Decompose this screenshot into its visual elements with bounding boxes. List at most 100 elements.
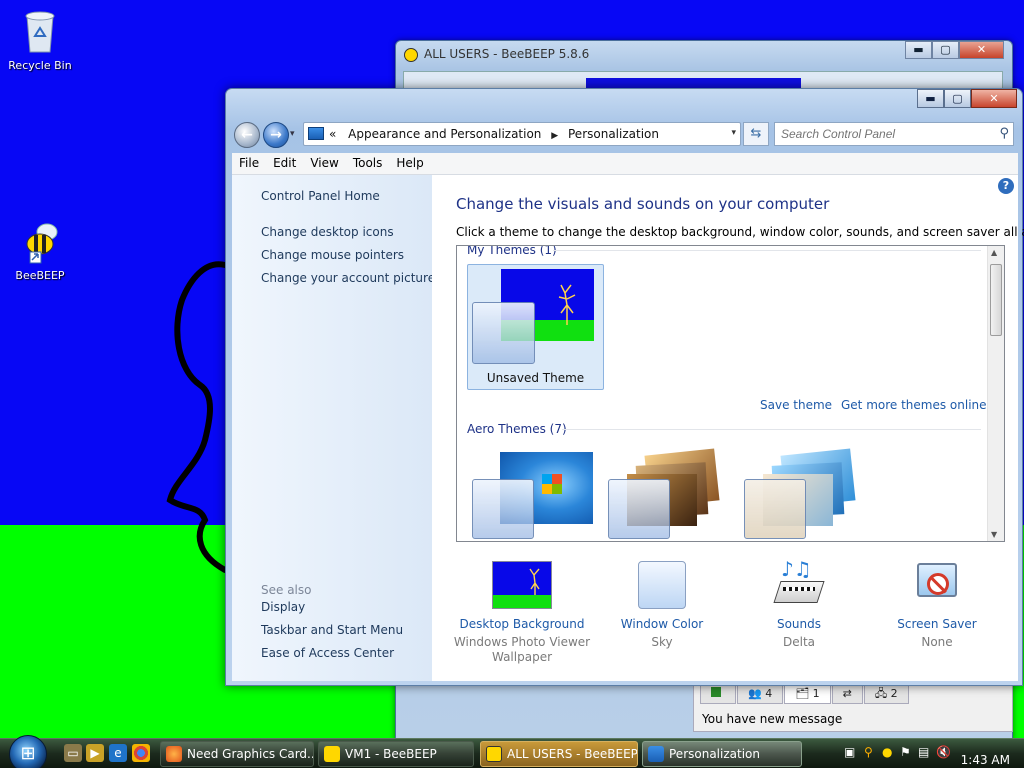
taskbar-button-personalization[interactable]: Personalization xyxy=(642,741,802,767)
start-button[interactable]: ⊞ xyxy=(9,735,47,768)
taskbar-button-firefox[interactable]: Need Graphics Card... xyxy=(160,741,314,767)
theme-architecture[interactable] xyxy=(603,448,733,541)
volume-icon[interactable]: 🔇 xyxy=(936,745,951,759)
window-color-icon xyxy=(632,559,692,609)
tab-count: 4 xyxy=(765,687,773,700)
green-icon xyxy=(711,687,721,697)
refresh-button[interactable]: ⇆ xyxy=(743,122,769,146)
back-button[interactable]: ← xyxy=(234,122,260,148)
breadcrumb-overflow[interactable]: « xyxy=(329,127,336,141)
forward-button[interactable]: → xyxy=(263,122,289,148)
sounds-setting[interactable]: ♪♫ Sounds Delta xyxy=(729,557,869,650)
get-more-themes-link[interactable]: Get more themes online xyxy=(841,398,987,412)
group-divider xyxy=(562,429,981,430)
media-player-icon[interactable]: ▶ xyxy=(86,744,104,762)
close-button[interactable]: ✕ xyxy=(959,41,1004,59)
link-ease-of-access[interactable]: Ease of Access Center xyxy=(261,646,394,660)
desktop-background-setting[interactable]: Desktop Background Windows Photo Viewer … xyxy=(452,559,592,665)
internet-explorer-icon[interactable]: e xyxy=(109,744,127,762)
menu-bar: File Edit View Tools Help xyxy=(232,153,1018,175)
page-subtitle: Click a theme to change the desktop back… xyxy=(456,225,1024,239)
search-icon[interactable]: ⚲ xyxy=(864,745,873,759)
link-taskbar-start-menu[interactable]: Taskbar and Start Menu xyxy=(261,623,403,637)
window-color-value: Sky xyxy=(651,635,673,649)
menu-help[interactable]: Help xyxy=(389,153,430,174)
close-button[interactable]: ✕ xyxy=(971,89,1017,108)
tab-users[interactable] xyxy=(700,684,736,704)
breadcrumb-appearance[interactable]: Appearance and Personalization xyxy=(348,127,541,141)
chevron-right-icon[interactable]: ▶ xyxy=(551,131,558,141)
menu-view[interactable]: View xyxy=(303,153,345,174)
link-display[interactable]: Display xyxy=(261,600,305,614)
recent-pages-dropdown[interactable]: ▾ xyxy=(290,129,295,139)
bee-icon[interactable]: ● xyxy=(882,745,892,759)
desktop-icon-recycle-bin[interactable]: Recycle Bin xyxy=(0,8,80,72)
system-tray: ▣ ⚲ ● ⚑ ▤ 🔇 1:43 AM xyxy=(824,739,1024,768)
maximize-button[interactable]: ▢ xyxy=(932,41,959,59)
theme-settings-bar: Desktop Background Windows Photo Viewer … xyxy=(432,557,1018,681)
taskbar-button-all-users-beebeep[interactable]: ALL USERS - BeeBEEP... xyxy=(480,741,638,767)
address-dropdown[interactable]: ▾ xyxy=(731,128,736,138)
menu-edit[interactable]: Edit xyxy=(266,153,303,174)
desktop-background-icon xyxy=(492,559,552,609)
scrollbar-thumb[interactable] xyxy=(990,264,1002,336)
theme-unsaved[interactable]: Unsaved Theme xyxy=(467,264,604,390)
group-icon: 👥 xyxy=(748,687,762,700)
help-icon[interactable]: ? xyxy=(998,178,1014,194)
save-theme-link[interactable]: Save theme xyxy=(760,398,832,412)
theme-characters[interactable] xyxy=(739,448,869,541)
screen-saver-setting[interactable]: Screen Saver None xyxy=(867,559,1007,650)
show-desktop-icon[interactable]: ▭ xyxy=(64,744,82,762)
my-themes-heading: My Themes (1) xyxy=(467,245,557,257)
link-change-desktop-icons[interactable]: Change desktop icons xyxy=(261,225,394,239)
link-change-mouse-pointers[interactable]: Change mouse pointers xyxy=(261,248,404,262)
beebeep-chat-panel: 👥 4 🗂 1 ⇄ 🖧 2 You have new message xyxy=(693,680,1013,732)
scroll-down-icon[interactable]: ▼ xyxy=(991,530,997,539)
aero-themes-heading: Aero Themes (7) xyxy=(467,422,567,436)
breadcrumb: « Appearance and Personalization ▶ Perso… xyxy=(329,127,659,141)
window-color-setting[interactable]: Window Color Sky xyxy=(592,559,732,650)
clock[interactable]: 1:43 AM xyxy=(961,745,1010,768)
tab-network[interactable]: 🖧 2 xyxy=(863,684,909,704)
network-icon[interactable]: ▤ xyxy=(918,745,929,759)
personalization-window[interactable]: ▬ ▢ ✕ ← → ▾ « Appearance and Personalizati… xyxy=(225,88,1024,686)
scroll-up-icon[interactable]: ▲ xyxy=(991,248,997,257)
tab-group[interactable]: 👥 4 xyxy=(737,684,784,704)
bee-icon xyxy=(404,48,418,62)
menu-tools[interactable]: Tools xyxy=(346,153,390,174)
theme-list[interactable]: My Themes (1) Unsaved Theme Save theme G… xyxy=(456,245,1005,542)
address-bar[interactable]: « Appearance and Personalization ▶ Perso… xyxy=(303,122,741,146)
window-color-swatch xyxy=(608,479,670,539)
minimize-button[interactable]: ▬ xyxy=(917,89,944,108)
search-icon[interactable]: ⚲ xyxy=(999,126,1009,141)
link-control-panel-home[interactable]: Control Panel Home xyxy=(261,189,380,203)
window-color-label: Window Color xyxy=(620,617,704,631)
breadcrumb-personalization[interactable]: Personalization xyxy=(568,127,659,141)
chevron-down-icon: ▾ xyxy=(290,129,295,139)
bee-icon xyxy=(486,746,502,762)
maximize-button[interactable]: ▢ xyxy=(944,89,971,108)
flag-icon[interactable]: ⚑ xyxy=(900,745,911,759)
taskbar-button-vm1-beebeep[interactable]: VM1 - BeeBEEP xyxy=(318,741,474,767)
desktop-background-value: Windows Photo Viewer Wallpaper xyxy=(453,635,591,664)
desktop-background-label: Desktop Background xyxy=(459,617,585,631)
menu-file[interactable]: File xyxy=(232,153,266,174)
chrome-icon[interactable] xyxy=(132,744,150,762)
firefox-icon xyxy=(166,746,182,762)
theme-windows-7[interactable] xyxy=(467,452,597,541)
tab-share[interactable]: ⇄ xyxy=(831,684,863,704)
new-message-notice: You have new message xyxy=(702,712,843,726)
minimize-button[interactable]: ▬ xyxy=(905,41,932,59)
windows-logo-icon xyxy=(542,474,562,494)
desktop-icon-beebeep[interactable]: BeeBEEP xyxy=(0,220,80,282)
network-status-icon[interactable]: ▣ xyxy=(844,745,855,759)
search-box[interactable]: ⚲ xyxy=(774,122,1014,146)
tab-count: 1 xyxy=(812,687,820,700)
tab-chat[interactable]: 🗂 1 xyxy=(784,684,831,704)
arrow-right-icon: → xyxy=(270,127,282,143)
link-change-account-picture[interactable]: Change your account picture xyxy=(261,271,435,285)
search-input[interactable] xyxy=(781,126,991,142)
bee-icon xyxy=(324,746,340,762)
theme-list-scrollbar[interactable]: ▲ ▼ xyxy=(987,246,1004,541)
taskbar-button-label: VM1 - BeeBEEP xyxy=(345,747,437,761)
